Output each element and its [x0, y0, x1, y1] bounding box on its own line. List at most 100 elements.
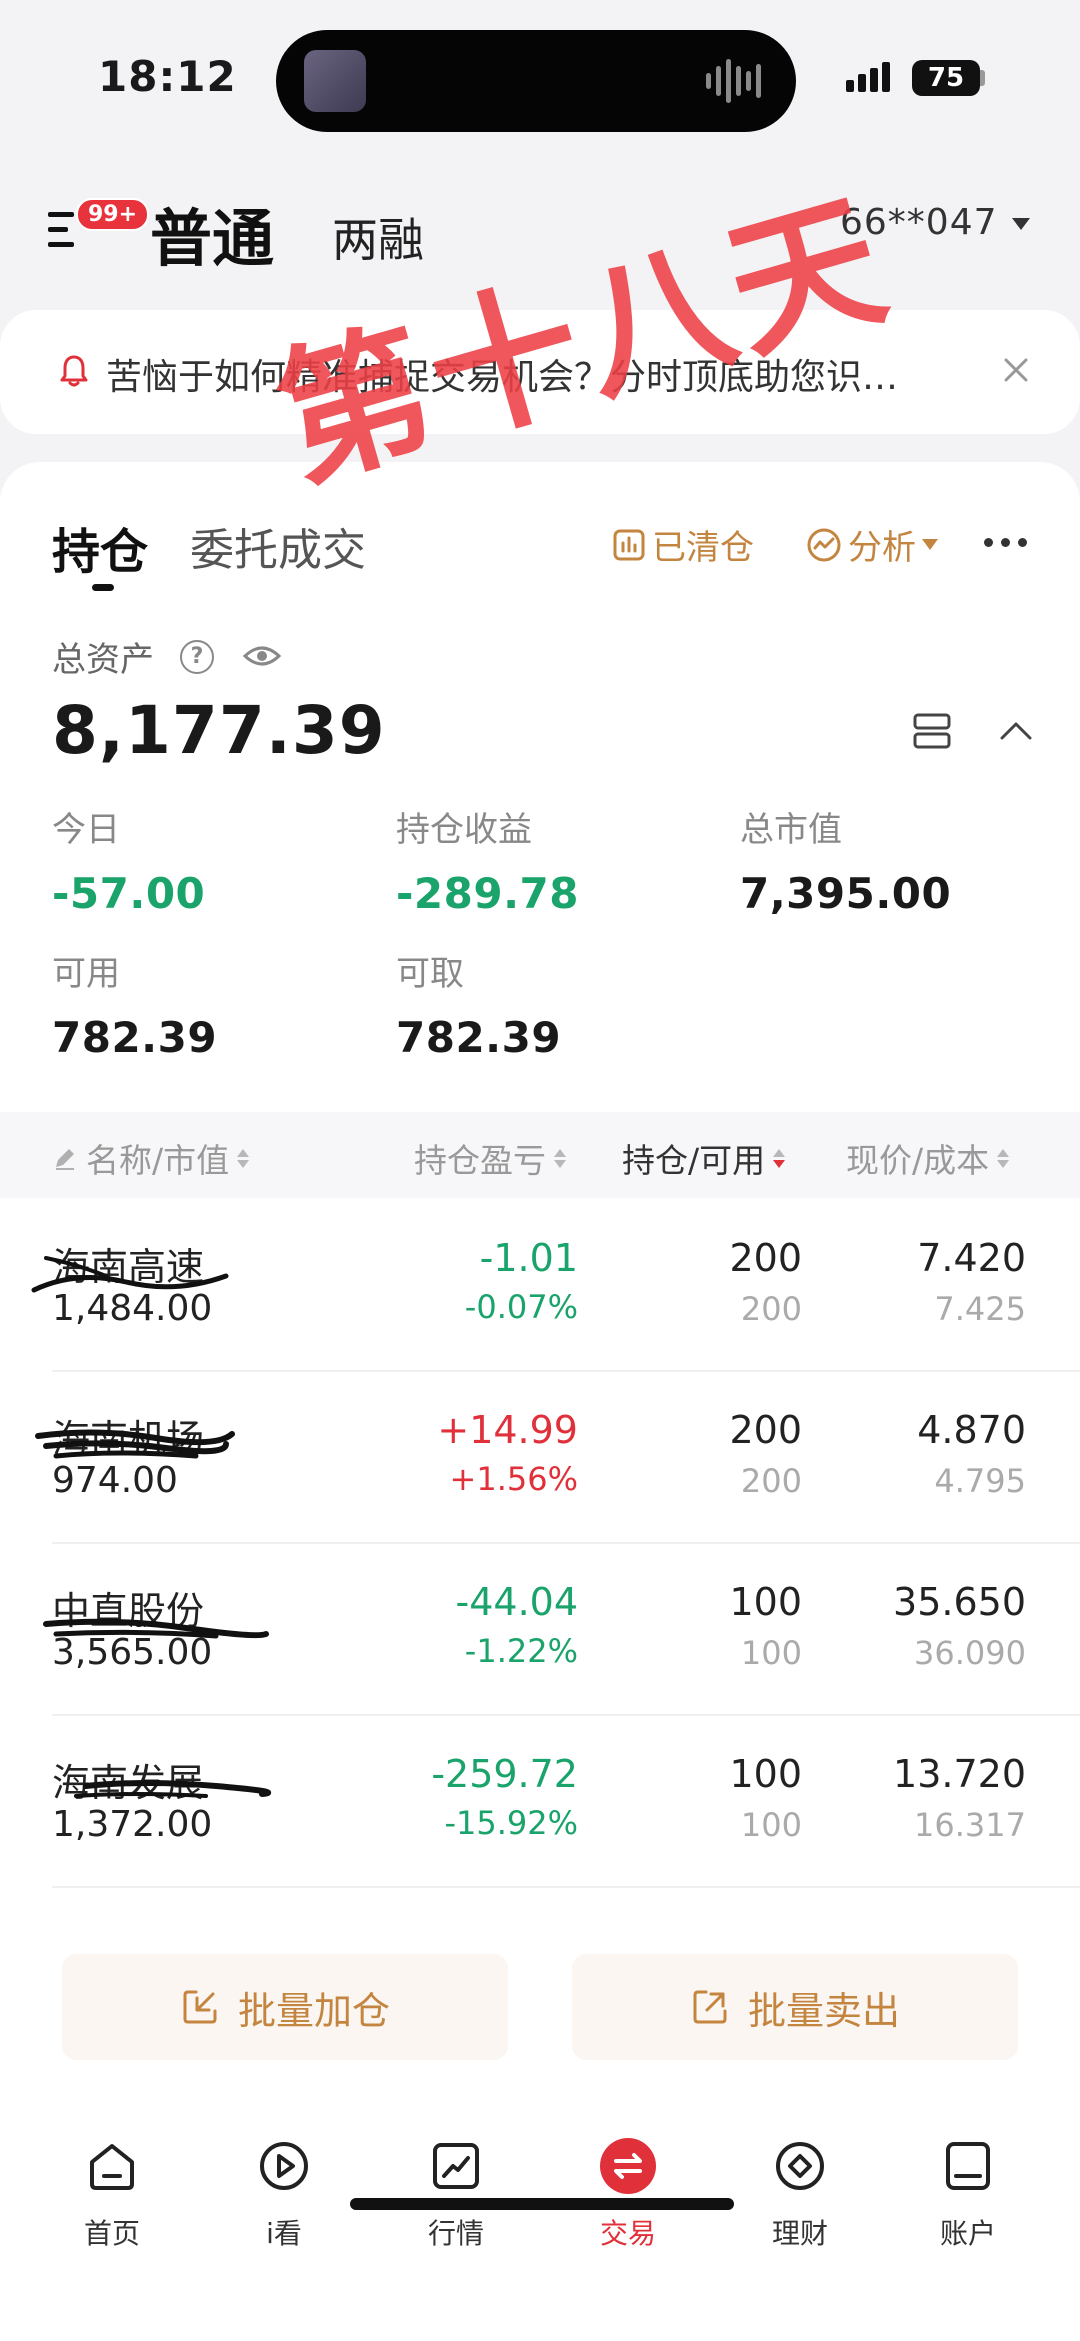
row-divider	[52, 1886, 1080, 1888]
chevron-up-icon[interactable]	[998, 718, 1034, 742]
stock-cost: 16.317	[914, 1806, 1026, 1844]
cleared-positions-button[interactable]: 已清仓	[612, 520, 754, 569]
header-position[interactable]: 持仓/可用	[622, 1134, 786, 1182]
analysis-icon	[807, 528, 841, 561]
chevron-down-icon[interactable]	[1012, 218, 1030, 230]
tab-margin-account[interactable]: 两融	[332, 204, 424, 270]
table-row[interactable]: 海南高速 1,484.00 -1.01 -0.07% 200 200 7.420…	[0, 1200, 1080, 1372]
trade-icon	[600, 2138, 656, 2194]
account-icon	[946, 2142, 990, 2190]
play-icon	[260, 2142, 308, 2190]
table-row[interactable]: 中直股份 3,565.00 -44.04 -1.22% 100 100 35.6…	[0, 1544, 1080, 1716]
stock-price: 13.720	[893, 1752, 1026, 1796]
media-thumbnail	[304, 50, 366, 112]
eye-icon[interactable]	[242, 642, 282, 670]
caret-down-icon	[922, 539, 938, 550]
nav-label: 首页	[83, 2217, 140, 2250]
sort-icon-active	[773, 1148, 786, 1168]
metric-value: -57.00	[52, 869, 206, 918]
status-time: 18:12	[98, 52, 237, 101]
metric-value: 782.39	[396, 1013, 562, 1062]
table-row[interactable]: 海南机场 974.00 +14.99 +1.56% 200 200 4.870 …	[0, 1372, 1080, 1544]
edit-icon[interactable]	[52, 1145, 78, 1171]
header-label: 现价/成本	[846, 1141, 990, 1180]
audio-wave-icon	[706, 56, 766, 106]
stock-cost: 7.425	[934, 1290, 1026, 1328]
header-price-cost[interactable]: 现价/成本	[846, 1134, 1010, 1182]
bar-chart-icon	[613, 529, 645, 560]
stock-price: 35.650	[893, 1580, 1026, 1624]
more-icon[interactable]	[984, 538, 1027, 547]
table-row[interactable]: 海南发展 1,372.00 -259.72 -15.92% 100 100 13…	[0, 1716, 1080, 1888]
metric-today: 今日 -57.00	[52, 802, 205, 918]
home-indicator[interactable]	[350, 2198, 734, 2210]
stock-price: 4.870	[917, 1408, 1026, 1452]
nav-wealth[interactable]: 理财	[740, 2136, 860, 2252]
notification-badge: 99+	[76, 198, 150, 231]
stock-position: 100	[729, 1752, 802, 1796]
stock-name: 海南高速	[52, 1245, 205, 1289]
tab-normal-account[interactable]: 普通	[150, 188, 274, 278]
metric-label: 今日	[52, 810, 120, 850]
stock-available: 200	[740, 1290, 802, 1328]
stock-cost: 4.795	[934, 1462, 1026, 1500]
stock-pl: -1.01	[479, 1236, 578, 1280]
dynamic-island[interactable]	[276, 30, 796, 132]
metric-position-pl: 持仓收益 -289.78	[396, 802, 579, 918]
batch-sell-button[interactable]: 批量卖出	[572, 1954, 1018, 2060]
nav-label: 行情	[427, 2217, 484, 2250]
header-label: 持仓/可用	[622, 1141, 766, 1180]
notice-banner[interactable]: 苦恼于如何精准捕捉交易机会？分时顶底助您识…	[0, 310, 1080, 434]
total-assets-label: 总资产	[52, 640, 154, 680]
stock-available: 100	[740, 1634, 802, 1672]
stock-market-value: 1,372.00	[52, 1804, 213, 1845]
header-label: 名称/市值	[86, 1141, 230, 1180]
metric-value: 7,395.00	[740, 869, 952, 918]
stock-pl-pct: -1.22%	[464, 1632, 578, 1670]
nav-watch[interactable]: i看	[224, 2136, 344, 2252]
analysis-button[interactable]: 分析	[806, 520, 938, 569]
stock-pl-pct: +1.56%	[449, 1460, 578, 1498]
nav-label: 理财	[771, 2217, 828, 2250]
stock-available: 100	[740, 1806, 802, 1844]
nav-trade[interactable]: 交易	[568, 2136, 688, 2252]
batch-add-label: 批量加仓	[237, 1988, 390, 2033]
account-selector[interactable]: 66**047	[840, 202, 998, 243]
battery-icon: 75	[912, 60, 980, 96]
stock-name: 海南发展	[52, 1761, 205, 1805]
batch-add-button[interactable]: 批量加仓	[62, 1954, 508, 2060]
header-label: 持仓盈亏	[414, 1141, 546, 1180]
stock-position: 100	[729, 1580, 802, 1624]
sort-icon	[997, 1148, 1010, 1168]
wealth-icon	[776, 2142, 824, 2190]
analysis-label: 分析	[848, 528, 916, 568]
batch-add-icon	[183, 1990, 217, 2024]
header-name-value[interactable]: 名称/市值	[52, 1134, 250, 1182]
tab-orders[interactable]: 委托成交	[190, 514, 366, 578]
holdings-table-header: 名称/市值 持仓盈亏 持仓/可用 现价/成本	[0, 1112, 1080, 1198]
active-tab-indicator	[92, 584, 114, 591]
metric-withdrawable: 可取 782.39	[396, 946, 561, 1062]
stock-market-value: 3,565.00	[52, 1632, 213, 1673]
stock-cost: 36.090	[914, 1634, 1026, 1672]
layout-toggle-icon[interactable]	[912, 712, 952, 750]
tab-holdings[interactable]: 持仓	[52, 512, 148, 582]
close-icon[interactable]	[996, 350, 1036, 390]
nav-home[interactable]: 首页	[52, 2136, 172, 2252]
stock-market-value: 1,484.00	[52, 1288, 213, 1329]
home-icon	[90, 2144, 134, 2190]
batch-sell-label: 批量卖出	[747, 1988, 900, 2033]
sort-icon	[237, 1148, 250, 1168]
nav-account[interactable]: 账户	[908, 2136, 1028, 2252]
stock-pl-pct: -15.92%	[444, 1804, 578, 1842]
help-icon[interactable]: ?	[180, 640, 214, 674]
metric-label: 可取	[396, 954, 464, 994]
header-pl[interactable]: 持仓盈亏	[414, 1134, 566, 1182]
notice-text: 苦恼于如何精准捕捉交易机会？分时顶底助您识…	[106, 357, 899, 398]
nav-market[interactable]: 行情	[396, 2136, 516, 2252]
nav-label: 交易	[599, 2217, 656, 2250]
signal-icon	[846, 62, 890, 92]
cleared-label: 已清仓	[652, 528, 754, 568]
total-assets-value: 8,177.39	[52, 692, 386, 769]
metric-label: 可用	[52, 954, 120, 994]
